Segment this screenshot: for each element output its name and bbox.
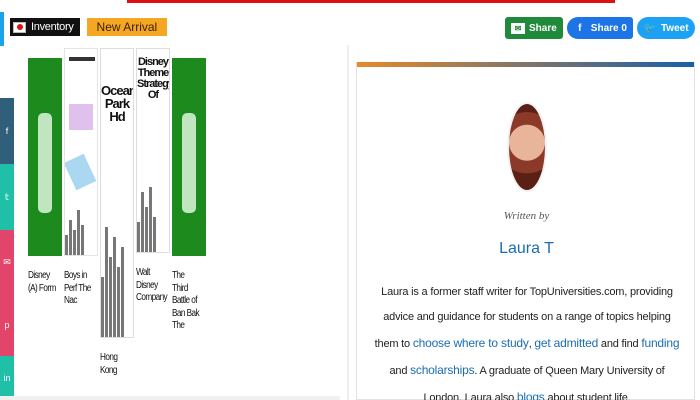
book-item[interactable]: Boys in Perf The Nac: [64, 48, 100, 377]
twitter-icon: 🐦: [643, 22, 657, 34]
blogs-link[interactable]: blogs: [517, 390, 545, 400]
bottom-divider: [0, 396, 340, 400]
author-bio: Laura is a former staff writer for TopUn…: [371, 280, 683, 400]
author-avatar: [507, 102, 547, 192]
book-item[interactable]: Disney Theme Strategy Of Walt Disney Com…: [136, 48, 172, 377]
tag-inventory-label: Inventory: [31, 21, 74, 33]
facebook-icon: f: [5, 126, 9, 136]
side-linkedin-button[interactable]: in: [0, 356, 14, 400]
book-title[interactable]: The Third Battle of Ban Bak The: [172, 270, 200, 333]
email-share-label: Share: [529, 22, 557, 34]
choose-where-to-study-link[interactable]: choose where to study: [413, 336, 529, 350]
email-share-button[interactable]: ✉ Share: [505, 17, 563, 39]
book-cover: Disney Theme Strategy Of: [136, 48, 170, 253]
side-pinterest-button[interactable]: p: [0, 294, 14, 356]
bio-text: and: [389, 364, 411, 377]
book-title[interactable]: Disney (A) Form: [28, 270, 56, 295]
author-name-link[interactable]: Laura T: [357, 240, 696, 258]
book-item[interactable]: Ocean Park Hd Hong Kong: [100, 48, 136, 377]
book-cover: [28, 58, 62, 256]
tag-list: Inventory New Arrival: [10, 18, 168, 36]
facebook-icon: f: [578, 22, 582, 34]
book-cover: Ocean Park Hd: [100, 48, 134, 338]
scholarships-link[interactable]: scholarships: [410, 363, 475, 377]
funding-link[interactable]: funding: [641, 336, 679, 350]
tag-new-arrival[interactable]: New Arrival: [86, 18, 168, 36]
pinterest-icon: p: [4, 320, 10, 330]
author-card: Written by Laura T Laura is a former sta…: [356, 62, 695, 400]
tweet-button[interactable]: 🐦 Tweet: [636, 17, 695, 39]
bio-text: about student life.: [544, 391, 631, 400]
side-social-bar: f 𝕥 ✉ p in: [0, 98, 14, 400]
facebook-share-label: Share 0: [590, 22, 627, 34]
related-books: Disney (A) Form Boys in Perf The Nac Oce…: [28, 48, 208, 377]
book-cover: [172, 58, 206, 256]
linkedin-icon: in: [3, 373, 11, 383]
book-cover: [64, 48, 98, 256]
book-title[interactable]: Boys in Perf The Nac: [64, 270, 92, 308]
book-item[interactable]: The Third Battle of Ban Bak The: [172, 48, 208, 377]
book-item[interactable]: Disney (A) Form: [28, 48, 64, 377]
share-bar: ✉ Share f Share 0 🐦 Tweet: [505, 17, 695, 39]
twitter-icon: 𝕥: [4, 191, 10, 202]
top-accent-bar: [127, 0, 615, 3]
written-by-label: Written by: [503, 210, 550, 222]
side-facebook-button[interactable]: f: [0, 98, 14, 164]
side-twitter-button[interactable]: 𝕥: [0, 164, 14, 230]
book-title[interactable]: Hong Kong: [100, 352, 128, 377]
get-admitted-link[interactable]: get admitted: [534, 336, 598, 350]
email-icon: ✉: [3, 256, 11, 267]
card-gradient-bar: [357, 62, 694, 67]
side-email-button[interactable]: ✉: [0, 230, 14, 294]
tweet-label: Tweet: [660, 22, 689, 34]
left-accent-bar: [0, 12, 4, 46]
column-divider: [347, 45, 349, 400]
tag-inventory[interactable]: Inventory: [10, 18, 80, 36]
envelope-icon: ✉: [511, 22, 525, 34]
book-cover-title: Disney Theme Strategy Of: [137, 56, 170, 101]
japan-flag-icon: [13, 21, 26, 33]
book-cover-title: Ocean Park Hd: [101, 83, 134, 124]
page: Inventory New Arrival ✉ Share f Share 0 …: [0, 0, 700, 400]
bio-text: and find: [598, 337, 642, 350]
book-title[interactable]: Walt Disney Company: [136, 267, 168, 305]
facebook-share-button[interactable]: f Share 0: [566, 17, 633, 39]
